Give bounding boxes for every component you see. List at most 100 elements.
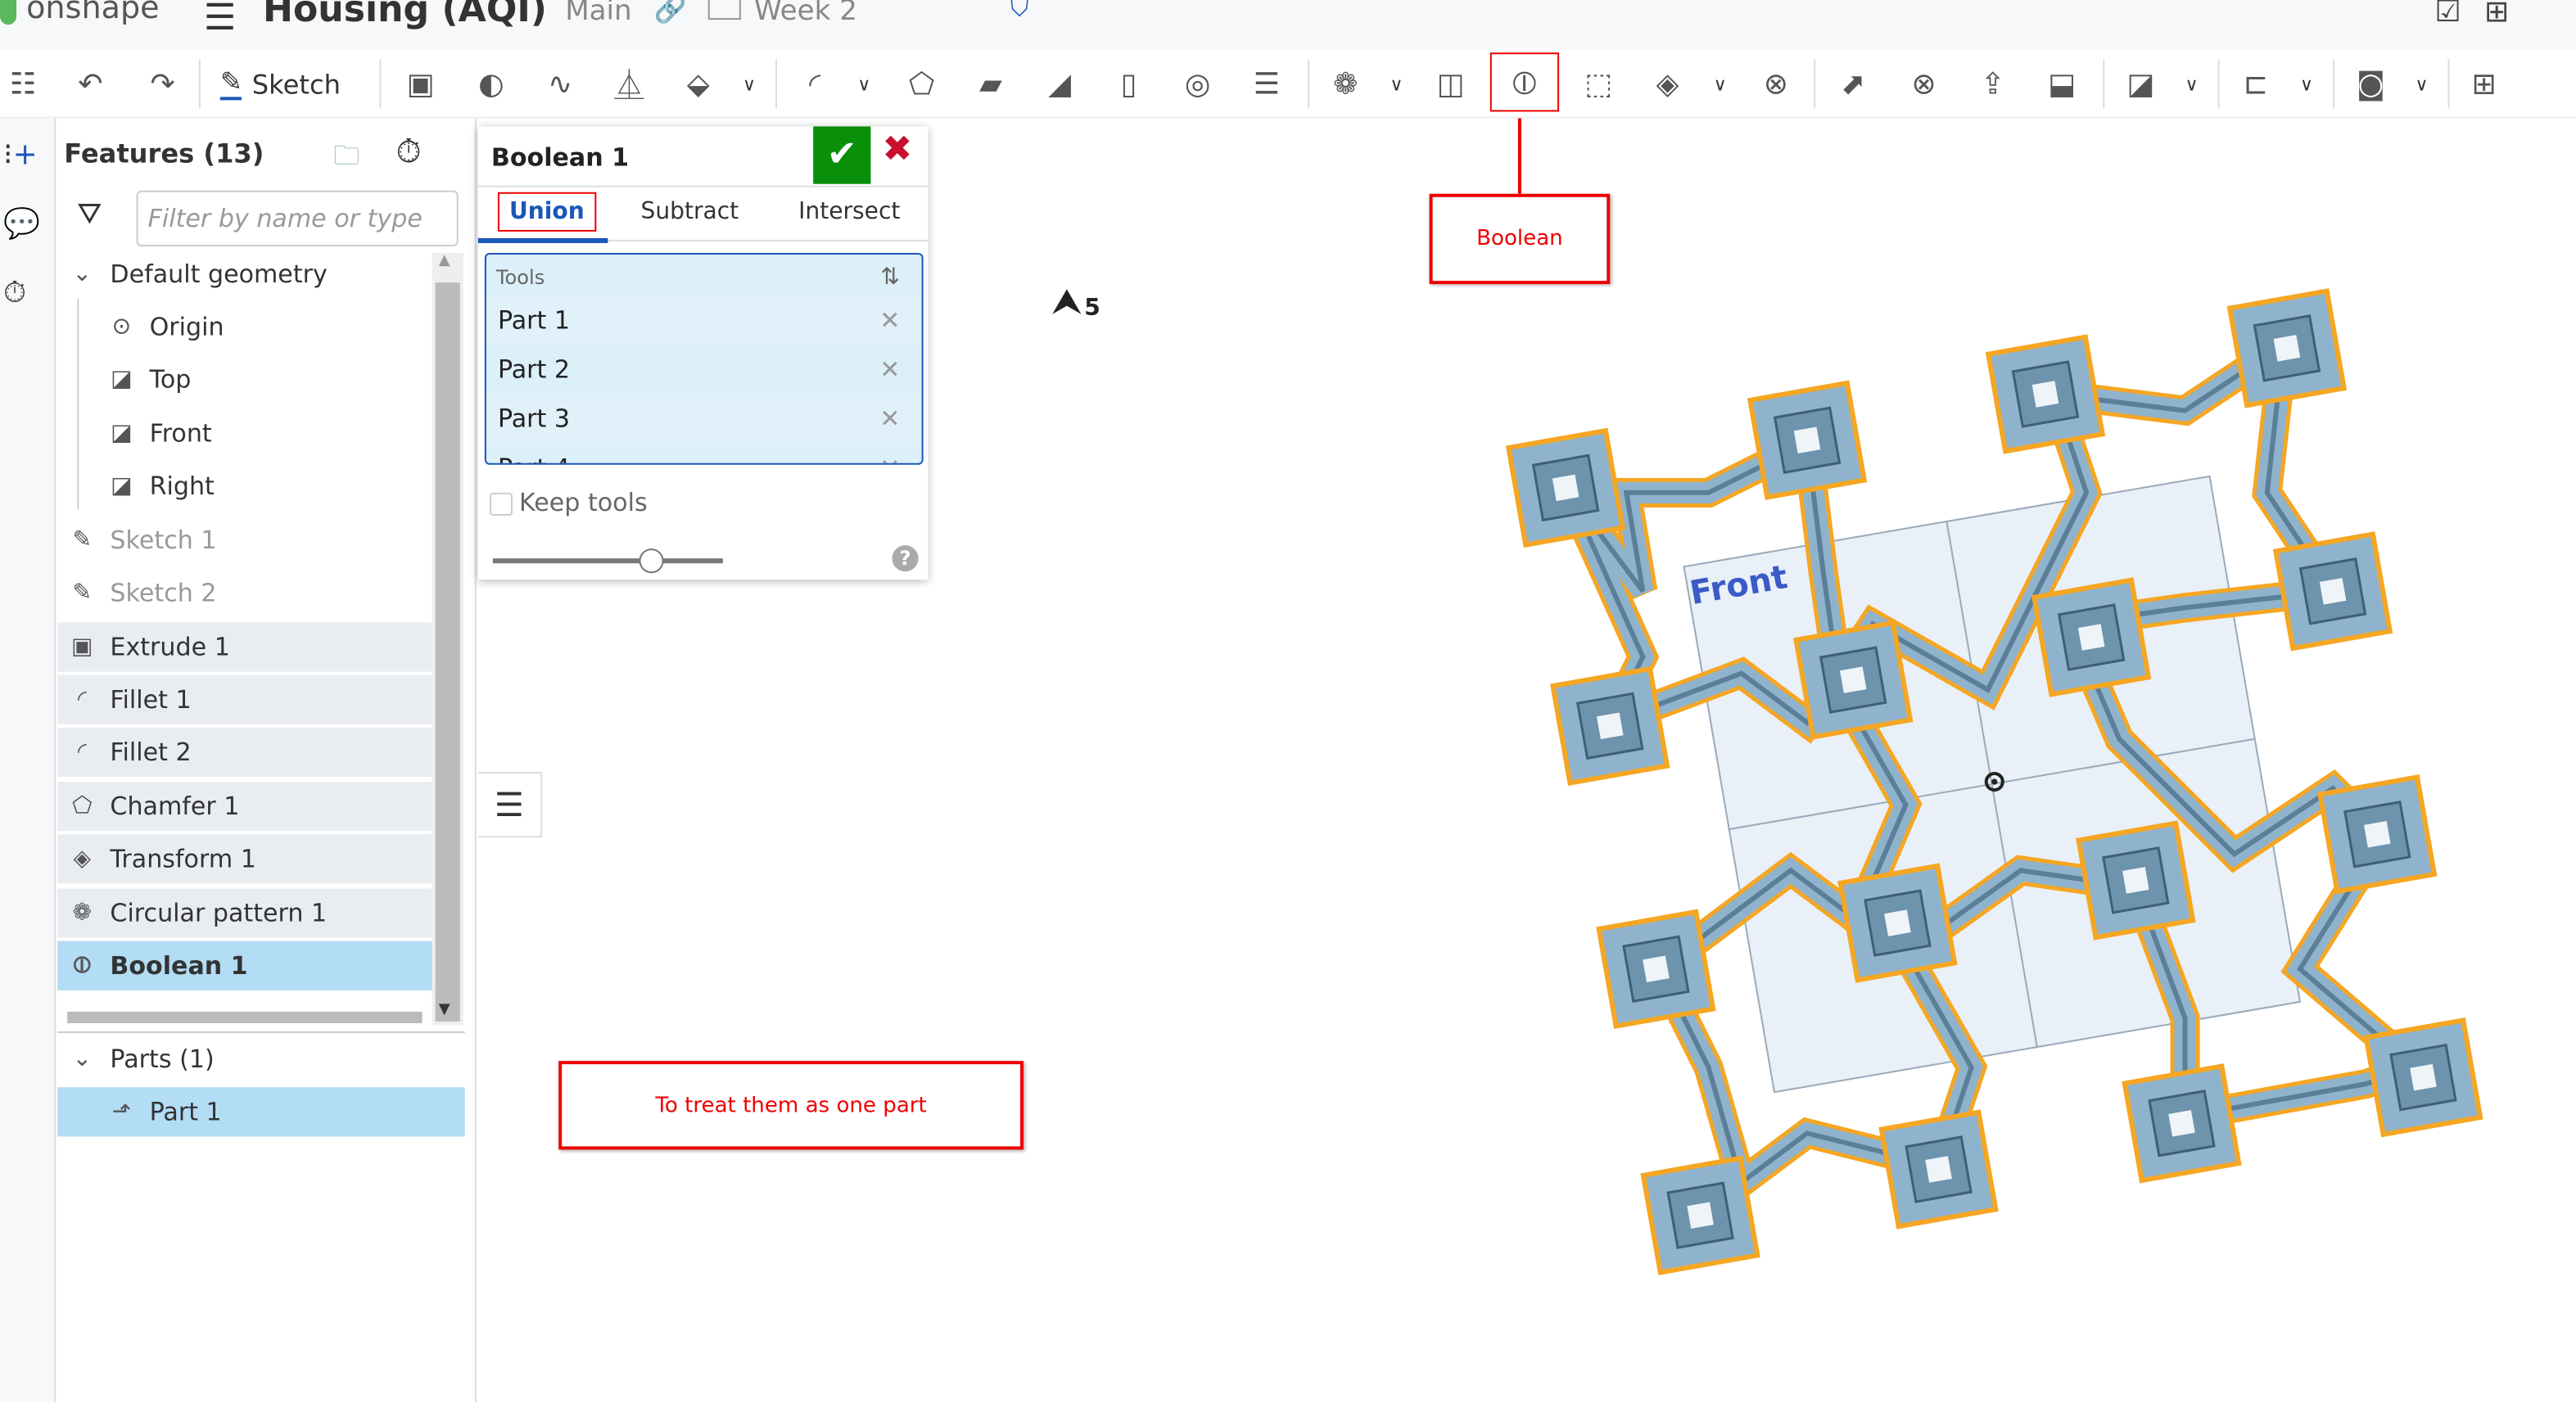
- onshape-logo[interactable]: onshape: [0, 0, 160, 26]
- 3d-viewport[interactable]: Front: [1479, 279, 2530, 1297]
- transform-icon[interactable]: ◈: [1646, 62, 1688, 105]
- chevron-down-icon[interactable]: ∨: [854, 62, 874, 105]
- redo-icon[interactable]: ↷: [142, 62, 184, 105]
- list-item[interactable]: ◜ Fillet 2: [57, 727, 432, 778]
- add-folder-icon[interactable]: 🗀: [333, 138, 359, 183]
- filter-icon[interactable]: ⛛: [77, 197, 102, 232]
- chamfer-icon[interactable]: ⬠: [901, 62, 943, 105]
- list-item[interactable]: ✎ Sketch 2: [57, 568, 432, 617]
- list-item[interactable]: ⬠ Chamfer 1: [57, 782, 432, 832]
- tools-selection-box[interactable]: Tools ⇅ Part 1 ✕ Part 2 ✕ Part 3 ✕ Part 4 ✕: [484, 252, 924, 465]
- sketch-button[interactable]: ✎ Sketch: [219, 62, 341, 105]
- remove-icon[interactable]: ✕: [879, 305, 900, 335]
- mirror-icon[interactable]: ◫: [1430, 62, 1472, 105]
- slider-handle[interactable]: [639, 548, 664, 574]
- list-item[interactable]: ⊙ Origin: [57, 302, 432, 351]
- tool-item[interactable]: Part 4 ✕: [486, 444, 920, 463]
- tool-item[interactable]: Part 2 ✕: [486, 345, 920, 394]
- sort-icon[interactable]: ⇅: [880, 264, 900, 291]
- remove-icon[interactable]: ✕: [879, 453, 900, 463]
- list-item[interactable]: ◈ Transform 1: [57, 834, 432, 884]
- help-icon[interactable]: ?: [892, 545, 919, 572]
- add-feature-icon[interactable]: ⁝+: [3, 138, 38, 173]
- undo-icon[interactable]: ↶: [69, 62, 111, 105]
- list-item[interactable]: ◪ Front: [57, 409, 432, 458]
- plane-icon[interactable]: ◪: [2119, 62, 2162, 105]
- tab-subtract[interactable]: Subtract: [640, 199, 739, 225]
- document-title[interactable]: Housing (AQI): [263, 0, 547, 31]
- chevron-down-icon[interactable]: ∨: [739, 62, 759, 105]
- shell-icon[interactable]: ▯: [1107, 62, 1150, 105]
- scrollbar-thumb[interactable]: [435, 282, 460, 1022]
- list-item[interactable]: ✎ Sketch 1: [57, 516, 432, 565]
- draft-icon[interactable]: ▰: [969, 62, 1012, 105]
- fillet-icon[interactable]: ◜: [793, 62, 836, 105]
- chevron-down-icon[interactable]: ∨: [2411, 62, 2431, 105]
- divider: [198, 59, 201, 109]
- sheet-metal-icon[interactable]: ⊏: [2235, 62, 2277, 105]
- tools-label: Tools: [495, 266, 545, 290]
- remove-icon[interactable]: ✕: [879, 404, 900, 434]
- feature-list-icon[interactable]: ☷: [2, 62, 44, 105]
- list-item[interactable]: ❁ Circular pattern 1: [57, 888, 432, 938]
- frame-icon[interactable]: ◙: [2349, 62, 2392, 105]
- keep-tools-label: Keep tools: [519, 487, 648, 518]
- list-item[interactable]: ◜ Fillet 1: [57, 674, 432, 724]
- loft-icon[interactable]: ⏅: [608, 62, 650, 105]
- thicken-icon[interactable]: ⬙: [677, 62, 720, 105]
- branch-name[interactable]: Main: [565, 0, 631, 28]
- link-icon[interactable]: 🔗: [654, 0, 687, 25]
- comment-icon[interactable]: 💬: [3, 207, 40, 241]
- list-icon: ☰: [494, 785, 524, 825]
- scroll-up-icon[interactable]: ▲: [439, 253, 450, 269]
- tool-item[interactable]: Part 1 ✕: [486, 295, 920, 345]
- sweep-icon[interactable]: ∿: [539, 62, 581, 105]
- version-name[interactable]: Week 2: [754, 0, 857, 28]
- top-right-icons[interactable]: ☑⊞: [2434, 0, 2532, 29]
- tree-group-parts[interactable]: ⌄ Parts (1): [57, 1035, 432, 1084]
- slider-track[interactable]: [492, 558, 723, 564]
- graduation-icon[interactable]: ⛉: [1010, 0, 1029, 23]
- filter-input[interactable]: [136, 190, 459, 246]
- tool-item[interactable]: Part 3 ✕: [486, 394, 920, 444]
- tree-group-default-geometry[interactable]: ⌄ Default geometry: [57, 250, 432, 299]
- keep-tools-checkbox[interactable]: [489, 492, 513, 517]
- horizontal-scrollbar[interactable]: [67, 1011, 423, 1023]
- split-icon[interactable]: ⬚: [1577, 62, 1620, 105]
- part-item-selected[interactable]: ⬏ Part 1: [57, 1087, 465, 1137]
- chevron-down-icon[interactable]: ∨: [1386, 62, 1406, 105]
- thread-icon[interactable]: ☰: [1245, 62, 1288, 105]
- remove-icon[interactable]: ✕: [879, 354, 900, 384]
- chevron-down-icon[interactable]: ∨: [2181, 62, 2201, 105]
- modify-fillet-icon[interactable]: ⬈: [1832, 62, 1874, 105]
- chevron-down-icon[interactable]: ∨: [1711, 62, 1730, 105]
- revolve-icon[interactable]: ◐: [470, 62, 513, 105]
- extrude-icon[interactable]: ▣: [400, 62, 442, 105]
- pattern-icon[interactable]: ❁: [1324, 62, 1367, 105]
- feature-list-toggle-button[interactable]: ☰: [477, 772, 543, 838]
- list-item[interactable]: ▣ Extrude 1: [57, 622, 432, 672]
- replace-face-icon[interactable]: ⬓: [2040, 62, 2083, 105]
- accept-button[interactable]: ✔: [813, 126, 871, 184]
- move-face-icon[interactable]: ⇪: [1972, 62, 2014, 105]
- tab-union[interactable]: Union: [497, 192, 596, 232]
- chevron-down-icon[interactable]: ∨: [2297, 62, 2316, 105]
- delete-part-icon[interactable]: ⊗: [1755, 62, 1797, 105]
- list-item[interactable]: ◪ Top: [57, 354, 432, 404]
- hole-icon[interactable]: ◎: [1177, 62, 1219, 105]
- performance-warning-icon[interactable]: ⏱: [3, 276, 26, 310]
- tab-intersect[interactable]: Intersect: [798, 199, 900, 225]
- stopwatch-icon[interactable]: ⏱: [396, 132, 422, 171]
- menu-icon[interactable]: ☰: [204, 0, 237, 39]
- delete-face-icon[interactable]: ⊗: [1902, 62, 1945, 105]
- item-label: Circular pattern 1: [110, 898, 328, 928]
- list-item[interactable]: ◪ Right: [57, 462, 432, 511]
- plane-icon: ◪: [111, 472, 133, 499]
- insert-icon[interactable]: ⊞: [2463, 62, 2506, 105]
- rib-icon[interactable]: ◢: [1038, 62, 1081, 105]
- cancel-button[interactable]: ✖: [882, 130, 912, 171]
- list-item-selected[interactable]: ⦶ Boolean 1: [57, 941, 432, 990]
- scroll-down-icon[interactable]: ▼: [439, 1002, 450, 1018]
- boolean-tool-button[interactable]: ⦶: [1489, 52, 1560, 112]
- item-label: Top: [149, 364, 192, 395]
